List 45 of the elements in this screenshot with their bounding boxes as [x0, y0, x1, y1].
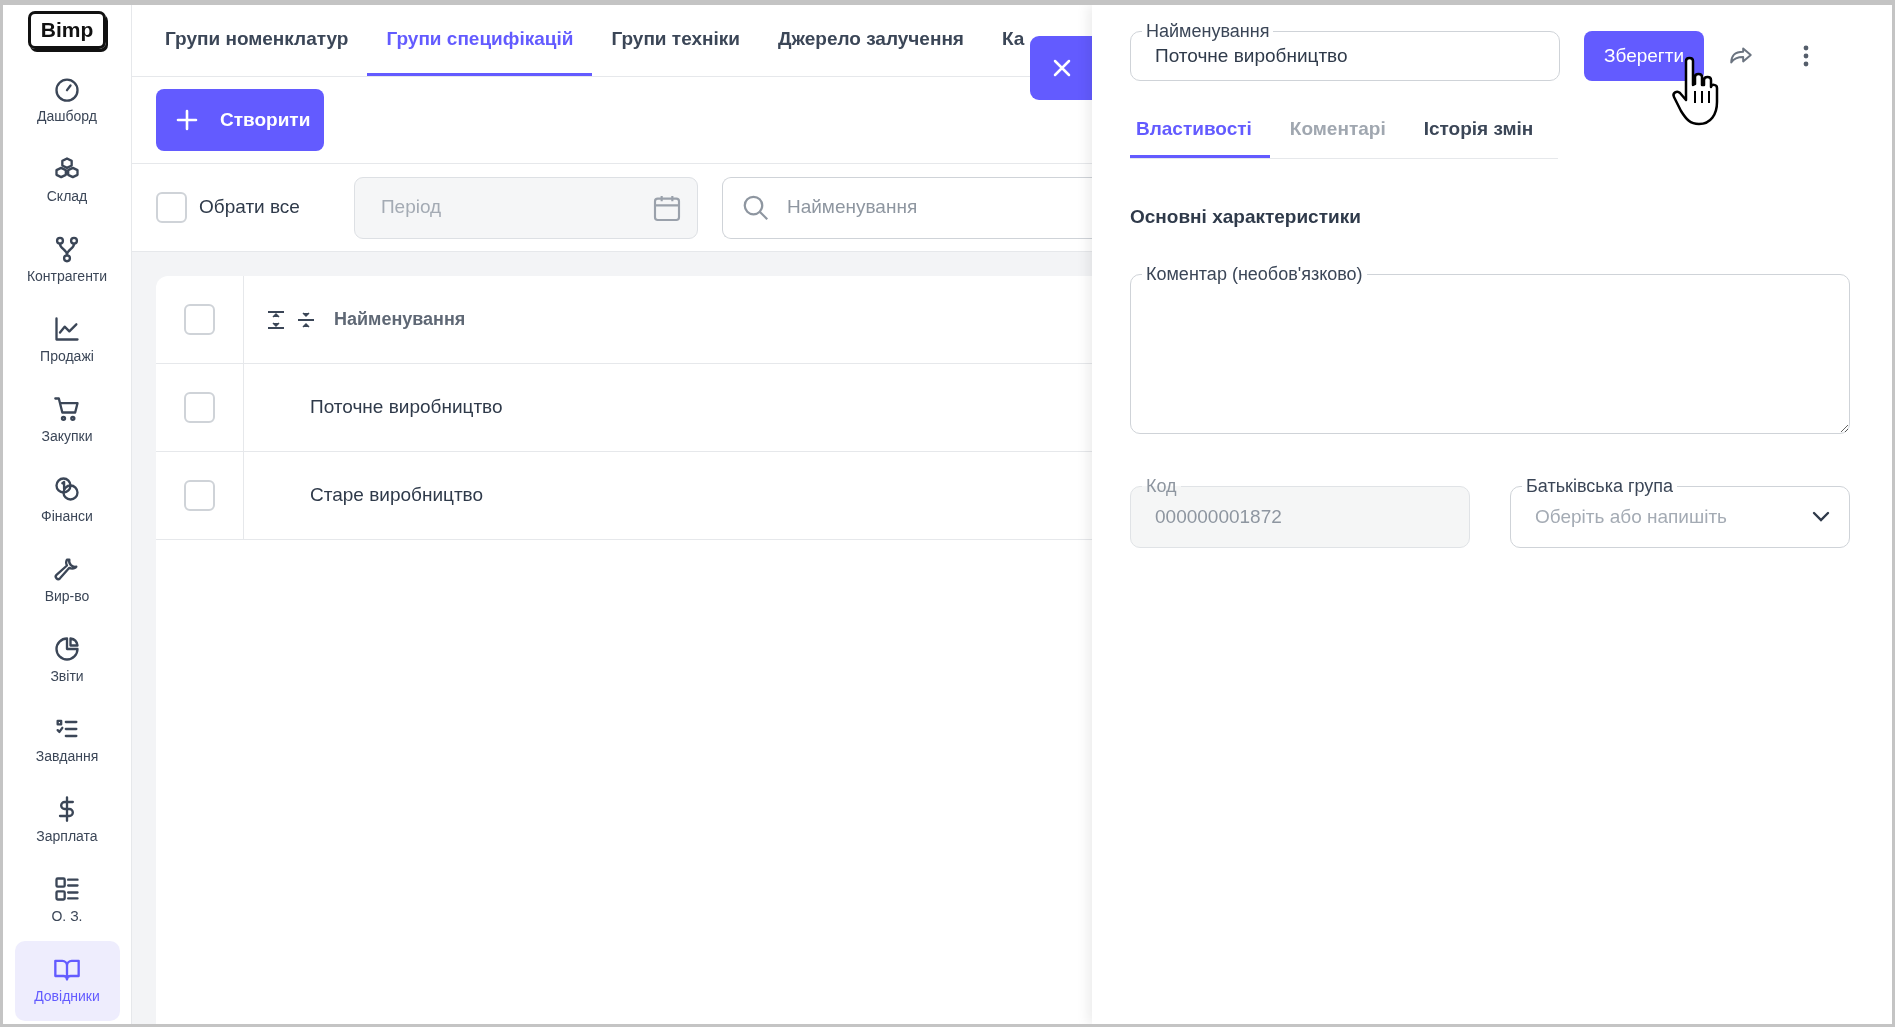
- chart-line-icon: [53, 314, 81, 343]
- checkbox[interactable]: [184, 480, 215, 511]
- checkbox[interactable]: [156, 192, 187, 223]
- sidebar-item[interactable]: Фінанси: [14, 460, 120, 541]
- sidebar-item[interactable]: Вир-во: [14, 540, 120, 621]
- column-header[interactable]: Найменування: [334, 306, 466, 333]
- branch-icon: [53, 234, 81, 263]
- tab[interactable]: Групи номенклатур: [146, 5, 368, 76]
- checkbox[interactable]: [184, 304, 215, 335]
- expand-icon[interactable]: [266, 309, 286, 330]
- sidebar-item[interactable]: Склад: [14, 140, 120, 221]
- sidebar-item[interactable]: О. З.: [14, 860, 120, 941]
- plus-icon: [176, 109, 198, 131]
- tab[interactable]: Історія змін: [1417, 103, 1552, 158]
- sidebar-item[interactable]: Закупки: [14, 380, 120, 461]
- chevron-down-icon[interactable]: [1812, 510, 1830, 523]
- pie-chart-icon: [53, 634, 81, 663]
- coins-icon: [53, 474, 81, 503]
- checkbox[interactable]: [184, 392, 215, 423]
- sidebar-item[interactable]: Звіти: [14, 620, 120, 701]
- cart-icon: [53, 394, 81, 423]
- field-label: Найменування: [1142, 20, 1274, 42]
- sidebar-item[interactable]: Контрагенти: [14, 220, 120, 301]
- collapse-icon[interactable]: [296, 309, 316, 330]
- save-button[interactable]: Зберегти: [1584, 31, 1705, 81]
- sidebar-item[interactable]: Дашборд: [14, 60, 120, 141]
- table-cell-text: Поточне виробництво: [310, 395, 503, 420]
- close-button[interactable]: [1030, 36, 1094, 100]
- sidebar-item[interactable]: Завдання: [14, 700, 120, 781]
- grid-list-icon: [53, 874, 81, 903]
- table-cell-text: Старе виробництво: [310, 483, 484, 508]
- tab[interactable]: Групи техніки: [592, 5, 759, 76]
- create-button[interactable]: Створити: [156, 89, 325, 151]
- section-title: Основні характеристики: [1130, 205, 1362, 229]
- tab[interactable]: Властивості: [1130, 103, 1270, 158]
- close-icon: [1052, 58, 1072, 78]
- sidebar-item[interactable]: Зарплата: [14, 780, 120, 861]
- more-icon[interactable]: [1802, 44, 1811, 68]
- tab[interactable]: Ка: [982, 5, 1025, 76]
- sidebar-item[interactable]: Продажі: [14, 300, 120, 381]
- sidebar-item[interactable]: Довідники: [14, 940, 120, 1021]
- logo: Bimp: [27, 11, 107, 49]
- tab[interactable]: Джерело залучення: [758, 5, 983, 76]
- select-all-label: Обрати все: [199, 195, 300, 220]
- field-label: Коментар (необов'язково): [1142, 262, 1367, 285]
